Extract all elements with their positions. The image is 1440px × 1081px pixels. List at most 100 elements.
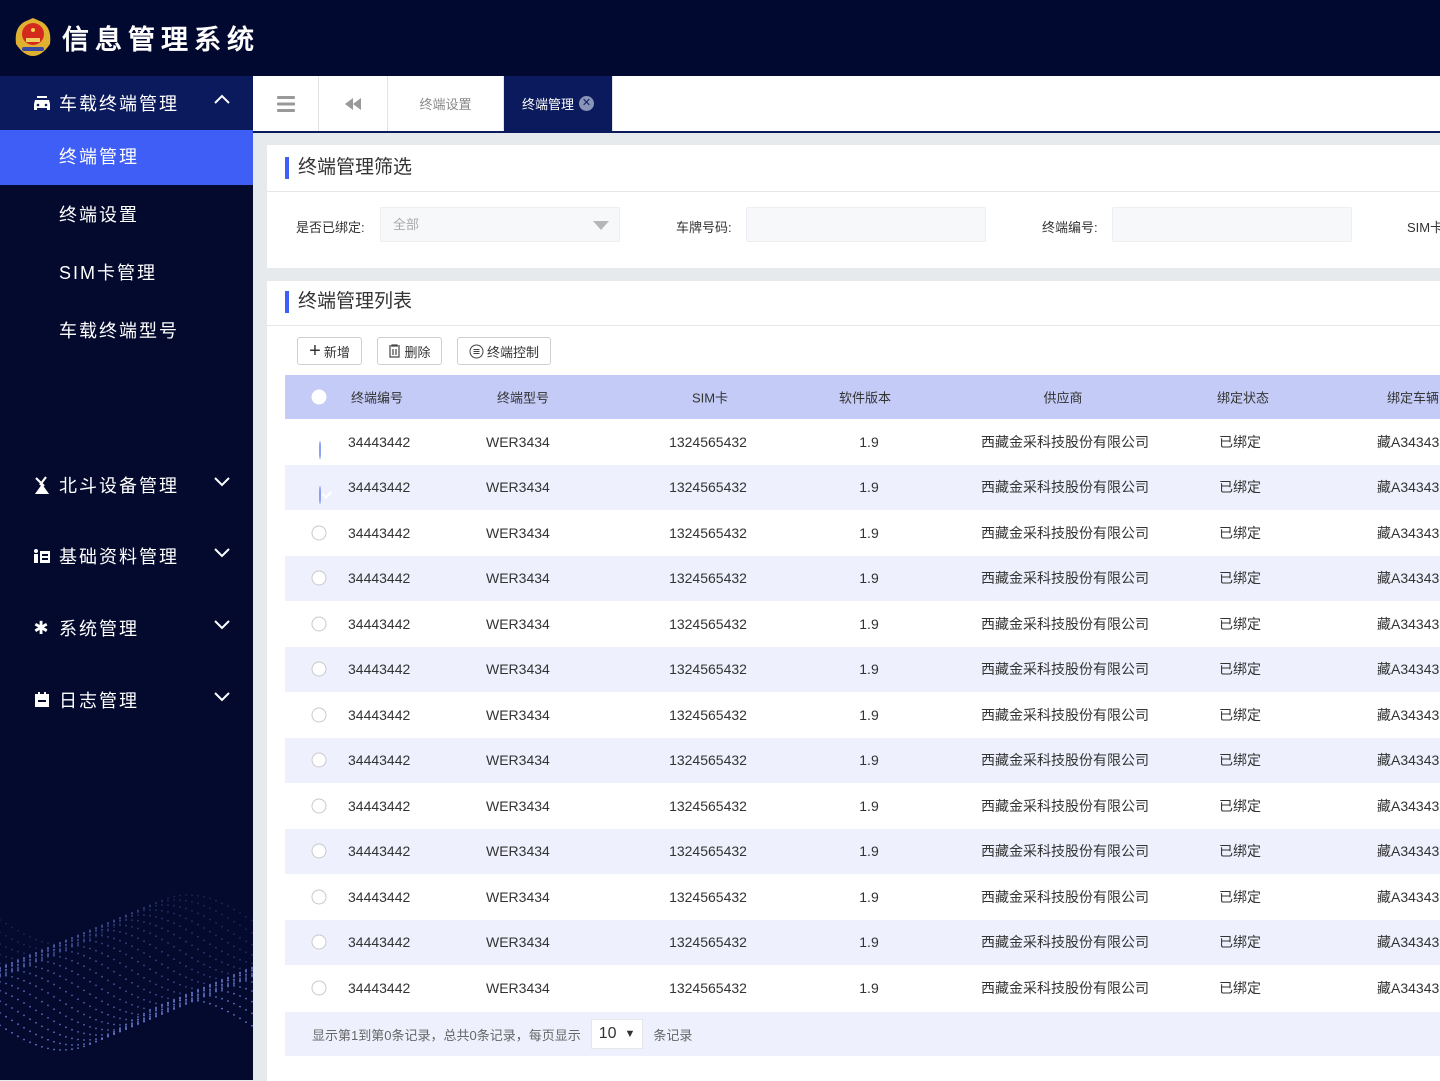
cell-supplier: 西藏金采科技股份有限公司 <box>981 524 1149 541</box>
table-row[interactable]: 34443442 WER3434 1324565432 1.9 西藏金采科技股份有限公司… <box>285 965 1440 1010</box>
cell-model: WER3434 <box>486 706 550 723</box>
scroll-tabs-left-button[interactable] <box>319 76 388 131</box>
sidebar-item-terminal-management[interactable]: 终端管理 <box>0 130 253 185</box>
sidebar-group-log[interactable]: 日志管理 <box>0 673 253 727</box>
chevron-down-icon <box>214 548 230 558</box>
row-checkbox[interactable] <box>311 661 327 677</box>
cell-ver: 1.9 <box>859 570 879 586</box>
table-row[interactable]: 34443442 WER3434 1324565432 1.9 西藏金采科技股份有限公司… <box>285 419 1440 464</box>
delete-label: 删除 <box>404 344 431 360</box>
table-row[interactable]: 34443442 WER3434 1324565432 1.9 西藏金采科技股份有限公司… <box>285 919 1440 965</box>
cell-status: 已绑定 <box>1219 524 1261 541</box>
table-row[interactable]: 34443442 WER3434 1324565432 1.9 西藏金采科技股份有限公司… <box>285 510 1440 555</box>
filter-title: 终端管理筛选 <box>285 157 412 179</box>
cell-status: 已绑定 <box>1219 661 1261 677</box>
row-checkbox[interactable] <box>319 440 321 459</box>
caret-down-icon: ▼ <box>624 1028 636 1040</box>
cell-sim: 1324565432 <box>669 615 747 632</box>
cell-id: 34443442 <box>348 570 411 586</box>
sidebar-group-label: 基础资料管理 <box>59 547 179 567</box>
table-row[interactable]: 34443442 WER3434 1324565432 1.9 西藏金采科技股份有限公司… <box>285 555 1440 601</box>
table-row[interactable]: 34443442 WER3434 1324565432 1.9 西藏金采科技股份有限公司… <box>285 874 1440 919</box>
cell-vehicle: 藏A34343 <box>1377 433 1440 450</box>
sidebar-item-terminal-settings[interactable]: 终端设置 <box>0 188 253 243</box>
column-header: 软件版本 <box>838 390 892 406</box>
table-header: 终端编号 终端型号 SIM卡 软件版本 供应商 绑定状态 绑定车辆 <box>285 375 1440 419</box>
plate-label: 车牌号码: <box>676 220 732 235</box>
cell-ver: 1.9 <box>859 615 879 632</box>
cell-id: 34443442 <box>348 615 411 632</box>
tab-terminal-management[interactable]: 终端管理 ✕ <box>504 76 613 131</box>
cell-ver: 1.9 <box>859 661 879 677</box>
tab-bar: 终端设置 终端管理 ✕ <box>253 76 1440 133</box>
cell-sim: 1324565432 <box>669 797 747 814</box>
tab-label: 终端设置 <box>419 97 472 112</box>
page-size-select[interactable]: 10 ▼ <box>590 1019 644 1049</box>
cell-vehicle: 藏A34343 <box>1377 934 1440 950</box>
sidebar-group-basic-data[interactable]: 基础资料管理 <box>0 529 253 583</box>
table-row[interactable]: 34443442 WER3434 1324565432 1.9 西藏金采科技股份有限公司… <box>285 601 1440 646</box>
cell-vehicle: 藏A34343 <box>1377 979 1440 996</box>
table-row[interactable]: 34443442 WER3434 1324565432 1.9 西藏金采科技股份有限公司… <box>285 646 1440 692</box>
sidebar-item-terminal-model[interactable]: 车载终端型号 <box>0 304 253 359</box>
cell-vehicle: 藏A34343 <box>1377 797 1440 814</box>
tab-terminal-settings[interactable]: 终端设置 <box>388 76 504 131</box>
sidebar-group-vehicle-terminal[interactable]: 车载终端管理 <box>0 76 253 130</box>
cell-vehicle: 藏A34343 <box>1377 570 1440 586</box>
row-checkbox[interactable] <box>311 570 327 586</box>
sidebar-group-label: 日志管理 <box>59 691 139 711</box>
row-checkbox[interactable] <box>311 843 327 859</box>
cell-model: WER3434 <box>486 479 550 495</box>
row-checkbox[interactable] <box>311 934 327 950</box>
page-size-value: 10 <box>598 1025 617 1042</box>
table-row[interactable]: 34443442 WER3434 1324565432 1.9 西藏金采科技股份有限公司… <box>285 737 1440 783</box>
divider <box>267 325 1440 326</box>
cell-status: 已绑定 <box>1219 433 1261 450</box>
cell-supplier: 西藏金采科技股份有限公司 <box>981 843 1149 859</box>
bound-select[interactable]: 全部 <box>380 207 620 242</box>
pagination: 显示第1到第0条记录，总共0条记录，每页显示 10 ▼ 条记录 <box>285 1012 1440 1056</box>
table-row[interactable]: 34443442 WER3434 1324565432 1.9 西藏金采科技股份有限公司… <box>285 783 1440 828</box>
sidebar-item-sim-management[interactable]: SIM卡管理 <box>0 246 253 301</box>
satellite-icon <box>32 476 52 494</box>
menu-toggle-button[interactable] <box>253 76 319 131</box>
table-row[interactable]: 34443442 WER3434 1324565432 1.9 西藏金采科技股份有限公司… <box>285 828 1440 874</box>
add-label: 新增 <box>323 344 350 360</box>
close-icon[interactable]: ✕ <box>579 96 594 111</box>
cell-status: 已绑定 <box>1219 570 1261 586</box>
row-checkbox[interactable] <box>311 525 327 540</box>
add-button[interactable]: + 新增 <box>297 337 362 365</box>
list-title: 终端管理列表 <box>285 291 412 313</box>
table-row[interactable]: 34443442 WER3434 1324565432 1.9 西藏金采科技股份有限公司… <box>285 464 1440 510</box>
terminal-control-button[interactable]: 终端控制 <box>457 337 551 365</box>
cell-supplier: 西藏金采科技股份有限公司 <box>981 570 1149 586</box>
cell-ver: 1.9 <box>859 797 879 814</box>
row-checkbox[interactable] <box>311 889 327 904</box>
row-checkbox[interactable] <box>311 798 327 813</box>
chevron-down-icon <box>214 692 230 702</box>
control-label: 终端控制 <box>486 344 539 360</box>
delete-button[interactable]: 删除 <box>377 337 442 365</box>
cell-vehicle: 藏A34343 <box>1377 888 1440 905</box>
sidebar-group-beidou[interactable]: 北斗设备管理 <box>0 458 253 512</box>
cell-model: WER3434 <box>486 433 550 450</box>
cell-supplier: 西藏金采科技股份有限公司 <box>981 752 1149 768</box>
cell-vehicle: 藏A34343 <box>1377 706 1440 723</box>
select-all-checkbox[interactable] <box>311 389 327 405</box>
cell-ver: 1.9 <box>859 843 879 859</box>
terminal-id-input[interactable] <box>1112 207 1352 242</box>
column-header: 绑定状态 <box>1216 390 1270 406</box>
cell-supplier: 西藏金采科技股份有限公司 <box>981 934 1149 950</box>
row-checkbox[interactable] <box>311 707 327 722</box>
cell-vehicle: 藏A34343 <box>1377 661 1440 677</box>
row-checkbox[interactable] <box>319 486 321 504</box>
sim-label: SIM卡 <box>1407 220 1440 235</box>
cell-vehicle: 藏A34343 <box>1377 615 1440 632</box>
row-checkbox[interactable] <box>311 752 327 768</box>
cell-id: 34443442 <box>348 524 411 541</box>
table-row[interactable]: 34443442 WER3434 1324565432 1.9 西藏金采科技股份有限公司… <box>285 692 1440 737</box>
row-checkbox[interactable] <box>311 616 327 631</box>
row-checkbox[interactable] <box>311 980 327 995</box>
sidebar-group-system[interactable]: ✱ 系统管理 <box>0 601 253 655</box>
plate-input[interactable] <box>746 207 986 242</box>
